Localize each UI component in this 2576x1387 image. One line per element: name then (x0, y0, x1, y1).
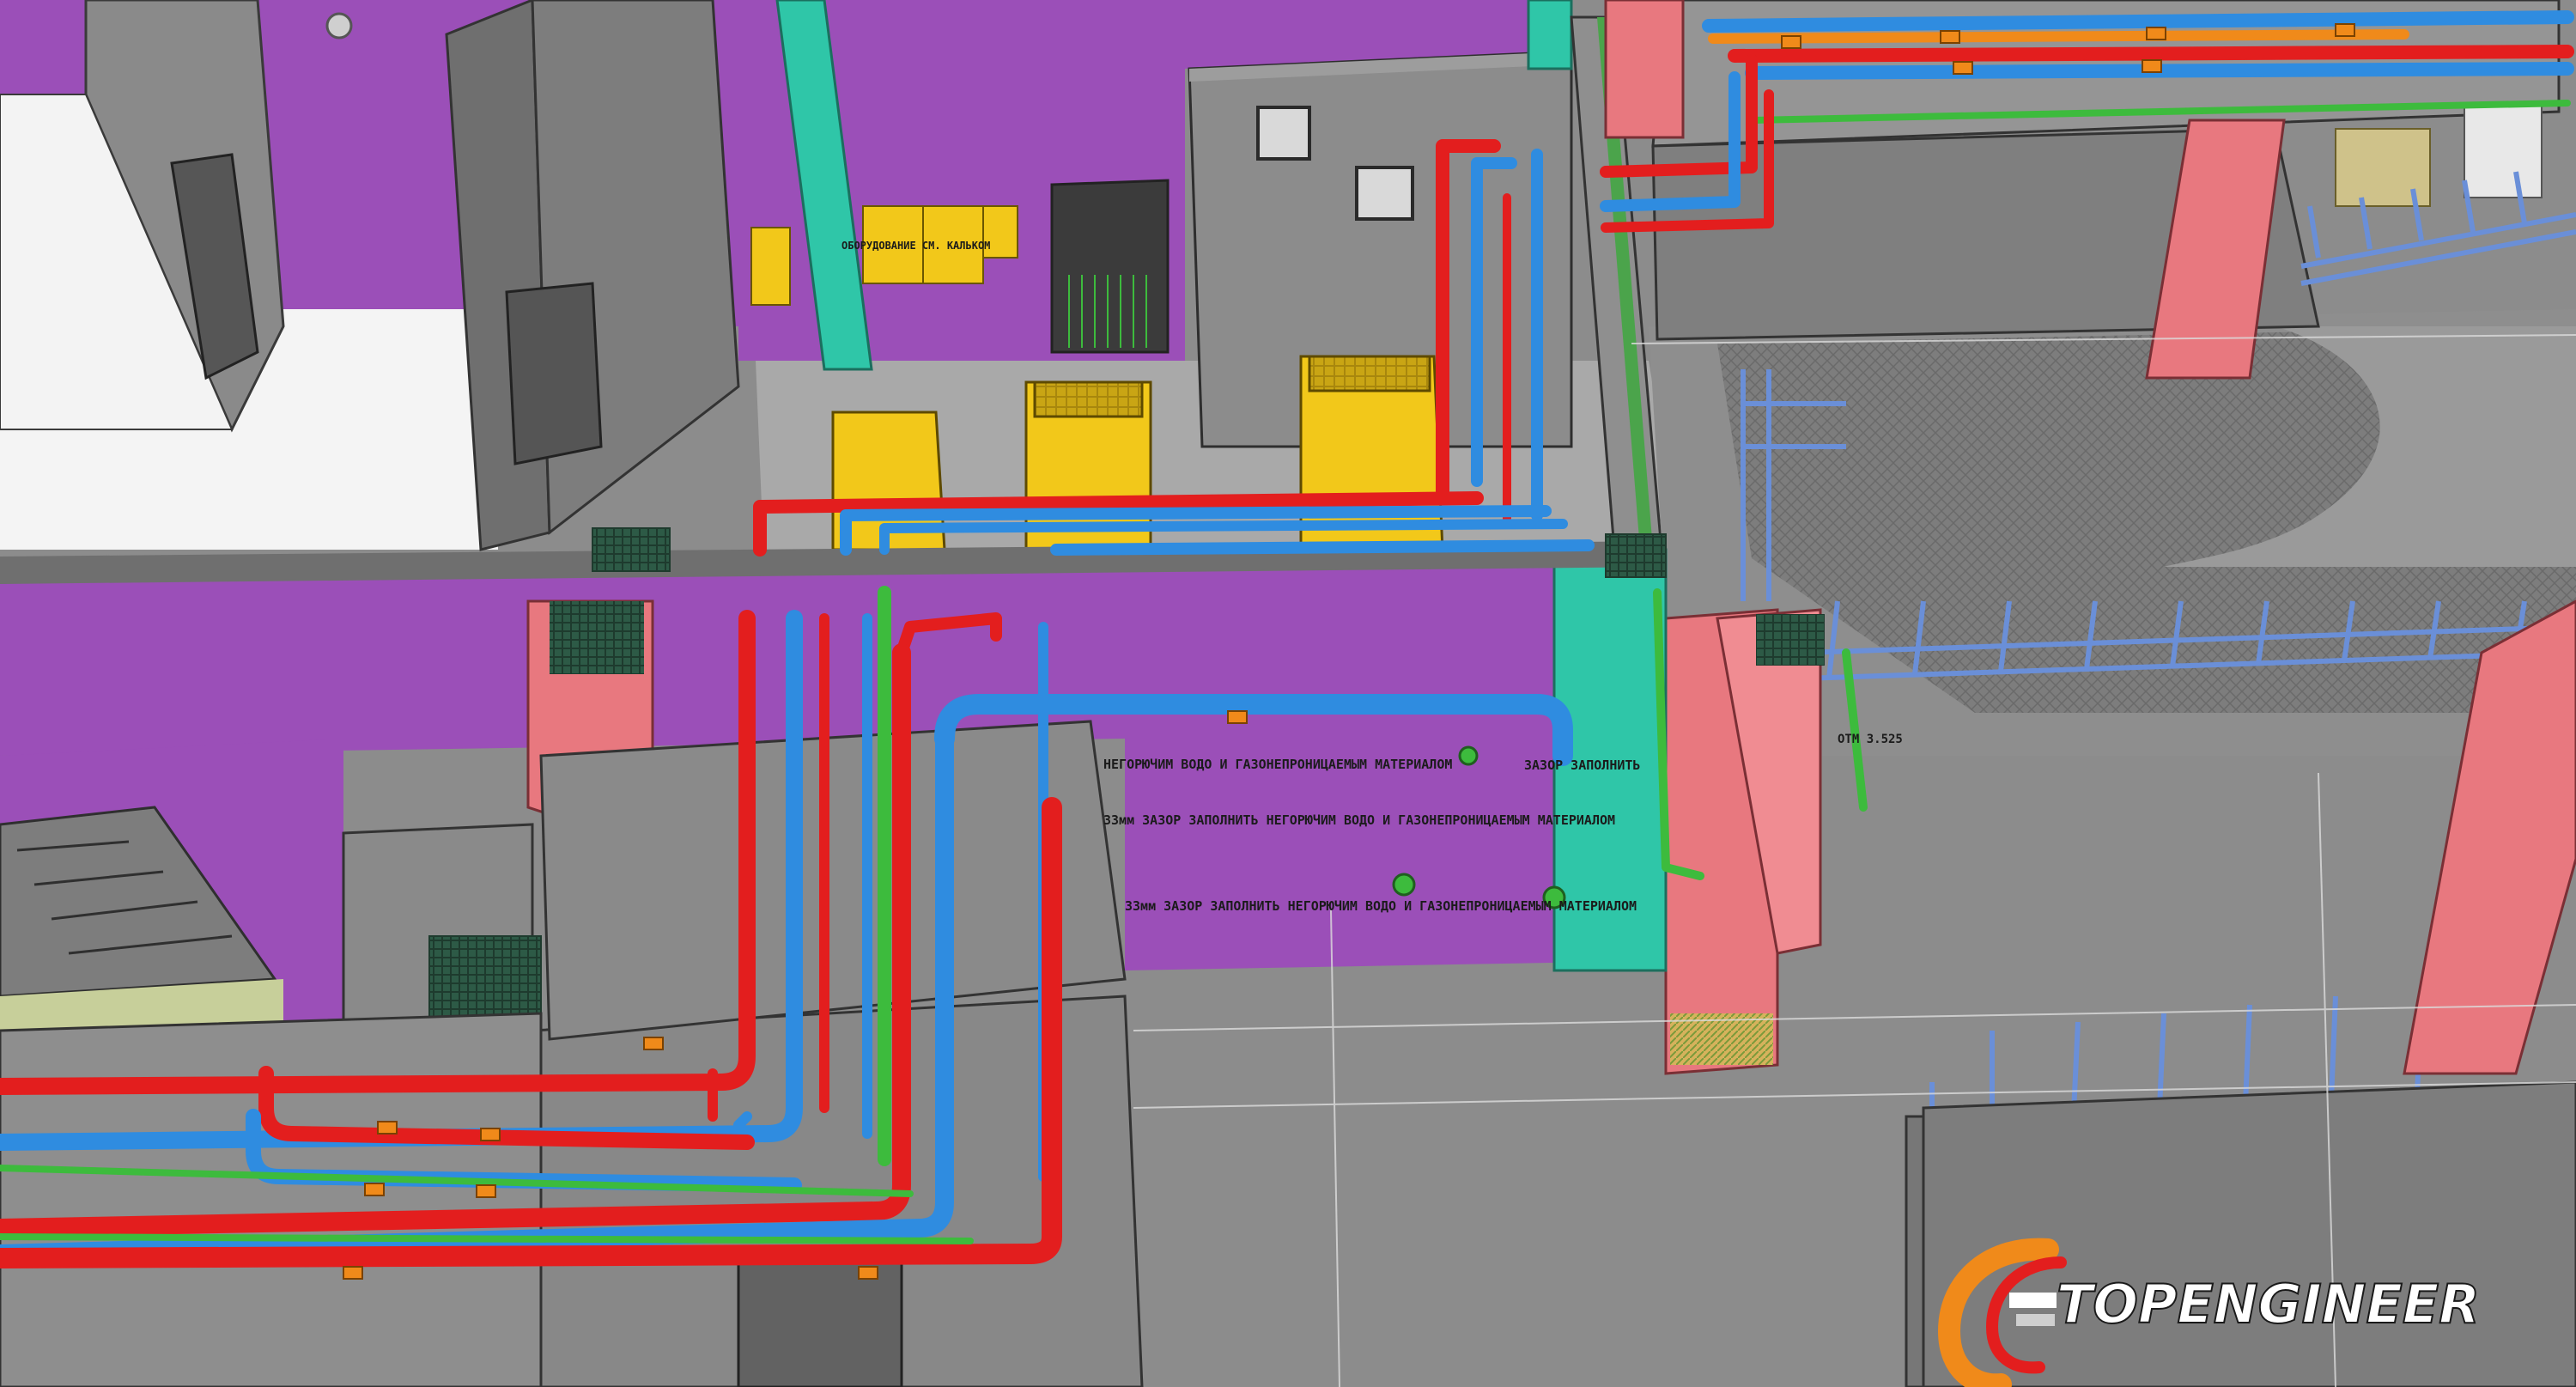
annotation-gap-note-3: ЗАЗОР ЗАПОЛНИТЬ (1524, 757, 1640, 773)
annotation-gap-note-1: 33мм ЗАЗОР ЗАПОЛНИТЬ НЕГОРЮЧИМ ВОДО И ГА… (1103, 812, 1615, 828)
bim-model-viewport[interactable]: НЕГОРЮЧИМ ВОДО И ГАЗОНЕПРОНИЦАЕМЫМ МАТЕР… (0, 0, 2576, 1387)
model-render: НЕГОРЮЧИМ ВОДО И ГАЗОНЕПРОНИЦАЕМЫМ МАТЕР… (0, 0, 2576, 1387)
annotation-equipment-note: ОБОРУДОВАНИЕ СМ. КАЛЬКОМ (841, 240, 990, 252)
annotation-gap-note-4: НЕГОРЮЧИМ ВОДО И ГАЗОНЕПРОНИЦАЕМЫМ МАТЕР… (1103, 757, 1452, 772)
annotation-gap-note-2: 33мм ЗАЗОР ЗАПОЛНИТЬ НЕГОРЮЧИМ ВОДО И ГА… (1125, 898, 1637, 914)
watermark-brand: TOPENGINEER (2057, 1273, 2480, 1335)
annotation-partition-note: ОТМ 3.525 (1838, 733, 1903, 746)
